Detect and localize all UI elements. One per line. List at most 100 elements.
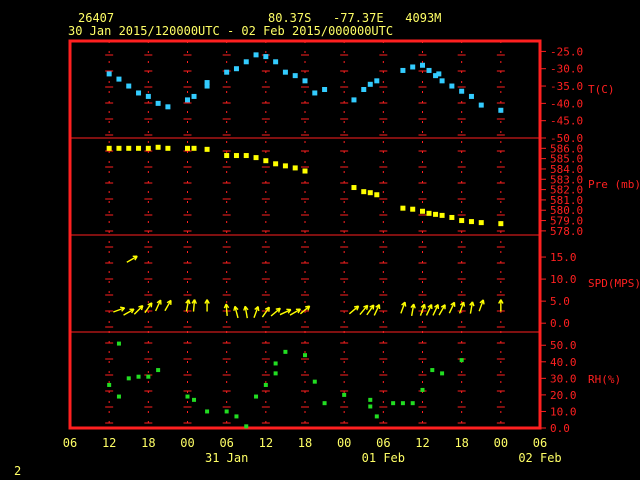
rh-point bbox=[224, 409, 229, 414]
temp-point bbox=[468, 93, 474, 99]
wind-vector bbox=[123, 308, 135, 316]
rh-point bbox=[368, 404, 373, 409]
wind-vector bbox=[133, 305, 144, 315]
pres-point bbox=[145, 145, 151, 151]
temp-point bbox=[191, 93, 197, 99]
x-tick-label: 18 bbox=[454, 436, 468, 450]
rh-point bbox=[303, 353, 307, 358]
pres-point bbox=[224, 153, 230, 159]
temp-point bbox=[253, 52, 259, 58]
temp-tick-label: -25.0 bbox=[550, 45, 583, 58]
rh-point bbox=[234, 414, 239, 419]
rh-point bbox=[205, 409, 210, 414]
temp-point bbox=[292, 73, 298, 79]
wind-vector bbox=[289, 308, 302, 316]
pres-point bbox=[410, 206, 416, 212]
rh-point bbox=[116, 394, 121, 399]
wind-vector bbox=[270, 307, 281, 317]
rh-point bbox=[185, 394, 190, 399]
rh-point bbox=[244, 424, 249, 429]
x-date-label: 31 Jan bbox=[205, 451, 248, 465]
pres-point bbox=[233, 153, 239, 159]
temp-point bbox=[145, 93, 151, 99]
temp-point bbox=[361, 87, 367, 92]
page-number: 2 bbox=[14, 464, 21, 478]
wind-vector bbox=[204, 299, 210, 312]
pres-point bbox=[302, 168, 308, 174]
station-id: 26407 bbox=[78, 11, 114, 25]
x-tick-label: 06 bbox=[63, 436, 77, 450]
rh-point bbox=[391, 401, 396, 406]
wind-tick-label: 5.0 bbox=[550, 295, 570, 308]
wind-vector bbox=[348, 305, 360, 315]
temp-point bbox=[263, 54, 269, 60]
pres-point bbox=[106, 145, 112, 151]
rh-tick-label: 0.0 bbox=[550, 422, 570, 435]
temp-tick-label: -35.0 bbox=[550, 80, 583, 93]
temp-point bbox=[233, 66, 239, 72]
x-tick-label: 00 bbox=[337, 436, 351, 450]
pres-point bbox=[468, 219, 474, 225]
pres-point bbox=[204, 146, 210, 152]
temp-point bbox=[420, 62, 425, 68]
pres-point bbox=[439, 212, 445, 218]
x-tick-label: 18 bbox=[298, 436, 312, 450]
wind-vector-head bbox=[233, 306, 236, 311]
wind-vector bbox=[113, 306, 126, 313]
rh-tick-label: 20.0 bbox=[550, 389, 577, 402]
rh-point bbox=[192, 397, 197, 402]
pres-point bbox=[367, 190, 373, 196]
wind-vector bbox=[425, 303, 433, 316]
temp-tick-label: -40.0 bbox=[550, 97, 583, 110]
meteogram-plot: 26407 80.37S -77.37E 4093M 30 Jan 2015/1… bbox=[14, 11, 640, 478]
wind-tick-label: 15.0 bbox=[550, 251, 577, 264]
x-tick-label: 12 bbox=[102, 436, 116, 450]
rh-point bbox=[116, 341, 121, 346]
rh-axis-label: RH(%) bbox=[588, 373, 621, 386]
wind-vector bbox=[243, 305, 249, 319]
wind-vector bbox=[498, 299, 504, 312]
pres-point bbox=[433, 211, 439, 217]
x-tick-label: 06 bbox=[219, 436, 233, 450]
rh-point bbox=[374, 414, 379, 419]
temp-tick-label: -45.0 bbox=[550, 115, 583, 128]
temp-point bbox=[155, 100, 161, 106]
pres-point bbox=[400, 205, 406, 211]
wind-vector bbox=[185, 299, 191, 312]
wind-tick-label: 0.0 bbox=[550, 317, 570, 330]
rh-point bbox=[322, 401, 327, 406]
wind-vector bbox=[154, 299, 162, 312]
temp-point bbox=[367, 81, 373, 87]
temp-point bbox=[282, 69, 288, 75]
wind-axis-label: SPD(MPS) bbox=[588, 277, 640, 290]
rh-point bbox=[107, 382, 112, 387]
temp-point bbox=[410, 64, 416, 70]
temp-point bbox=[439, 78, 445, 84]
temp-point bbox=[498, 107, 504, 113]
wind-vector bbox=[478, 299, 485, 312]
temp-point bbox=[106, 71, 112, 77]
temp-point bbox=[374, 78, 380, 84]
wind-vector bbox=[400, 301, 407, 314]
wind-vector bbox=[469, 301, 475, 314]
x-tick-label: 12 bbox=[259, 436, 273, 450]
x-date-label: 02 Feb bbox=[518, 451, 561, 465]
x-tick-label: 12 bbox=[415, 436, 429, 450]
rh-point bbox=[459, 358, 464, 363]
rh-point bbox=[136, 374, 141, 379]
temp-point bbox=[312, 90, 318, 96]
wind-vector-head bbox=[120, 306, 125, 309]
pres-point bbox=[361, 189, 367, 195]
temp-point bbox=[436, 71, 442, 77]
temp-point bbox=[302, 78, 308, 84]
rh-point bbox=[420, 387, 425, 392]
rh-point bbox=[126, 376, 131, 381]
station-coords: 80.37S -77.37E 4093M bbox=[268, 11, 441, 25]
pres-point bbox=[351, 185, 357, 191]
pres-point bbox=[426, 210, 432, 216]
wind-vector bbox=[373, 303, 381, 316]
wind-vector bbox=[126, 255, 138, 263]
wind-vector bbox=[359, 304, 369, 316]
temp-point bbox=[400, 67, 406, 73]
rh-tick-label: 50.0 bbox=[550, 339, 577, 352]
